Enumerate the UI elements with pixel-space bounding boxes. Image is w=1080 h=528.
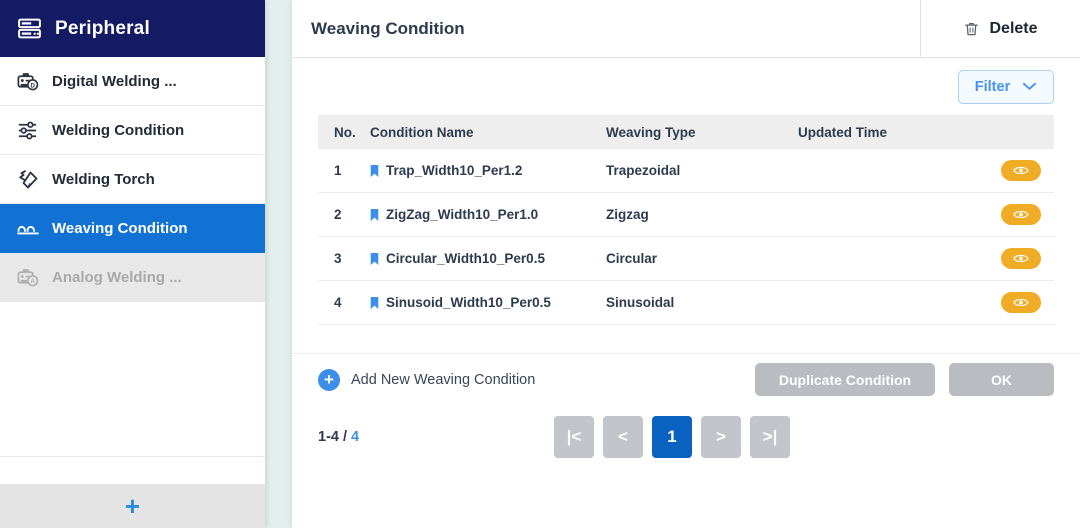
column-header-type: Weaving Type [606, 124, 696, 140]
table-row[interactable]: 2 ZigZag_Width10_Per1.0 Zigzag [318, 193, 1054, 237]
filter-label: Filter [974, 78, 1011, 95]
row-name-cell: Trap_Width10_Per1.2 [370, 163, 606, 178]
sidebar-add-button[interactable]: + [0, 484, 265, 528]
conditions-table: No. Condition Name Weaving Type Updated … [292, 115, 1080, 325]
sidebar-item-weaving-condition[interactable]: Weaving Condition [0, 204, 265, 253]
row-name-label: Trap_Width10_Per1.2 [386, 163, 523, 178]
plus-icon: + [318, 368, 340, 391]
add-new-condition-label: Add New Weaving Condition [351, 371, 536, 388]
digital-welder-icon: D [14, 68, 41, 95]
weaving-wave-icon [14, 215, 41, 242]
pagination-last-button[interactable]: >| [750, 416, 790, 458]
analog-welder-icon: A [14, 264, 41, 291]
column-header-name: Condition Name [370, 124, 474, 140]
add-new-condition-button[interactable]: + Add New Weaving Condition [318, 368, 536, 391]
row-type: Zigzag [606, 207, 649, 222]
table-header-row: No. Condition Name Weaving Type Updated … [318, 115, 1054, 149]
row-no: 2 [334, 207, 342, 222]
table-row[interactable]: 1 Trap_Width10_Per1.2 Trapezoidal [318, 149, 1054, 193]
row-actions [988, 292, 1054, 313]
sidebar-item-label: Welding Torch [52, 170, 155, 188]
sidebar-menu: D Digital Welding ... Welding Condition … [0, 57, 265, 484]
plus-icon: + [124, 491, 141, 521]
pagination-next-button[interactable]: > [701, 416, 741, 458]
pagination-total: 4 [351, 429, 360, 445]
pagination-buttons: |< < 1 > >| [554, 416, 790, 458]
pagination-range: 1-4 / 4 [318, 429, 554, 445]
app-root: Peripheral D Digital Welding ... Welding… [0, 0, 1080, 528]
row-actions [988, 248, 1054, 269]
duplicate-condition-button[interactable]: Duplicate Condition [755, 363, 935, 396]
server-rack-icon [16, 15, 43, 42]
row-name-label: Sinusoid_Width10_Per0.5 [386, 295, 551, 310]
bookmark-icon [370, 164, 379, 178]
sidebar: Peripheral D Digital Welding ... Welding… [0, 0, 265, 528]
page-background-gap [265, 0, 292, 528]
column-header-updated: Updated Time [798, 124, 888, 140]
row-type: Circular [606, 251, 658, 266]
row-no: 1 [334, 163, 342, 178]
bookmark-icon [370, 296, 379, 310]
sidebar-item-label: Welding Condition [52, 121, 185, 139]
sidebar-item-label: Analog Welding ... [52, 268, 182, 286]
row-name-label: Circular_Width10_Per0.5 [386, 251, 545, 266]
ok-button[interactable]: OK [949, 363, 1054, 396]
delete-label: Delete [989, 19, 1038, 37]
eye-icon[interactable] [1001, 248, 1041, 269]
row-actions [988, 160, 1054, 181]
panel-header: Weaving Condition Delete [292, 0, 1080, 58]
delete-button[interactable]: Delete [920, 0, 1080, 58]
row-type: Sinusoidal [606, 295, 675, 310]
eye-icon[interactable] [1001, 292, 1041, 313]
main-panel: Weaving Condition Delete Filter No. Cond… [292, 0, 1080, 528]
svg-text:A: A [30, 278, 35, 285]
sliders-icon [14, 117, 41, 144]
sidebar-empty-space [0, 302, 265, 457]
sidebar-item-analog-welding: A Analog Welding ... [0, 253, 265, 302]
pagination: 1-4 / 4 |< < 1 > >| [292, 405, 1080, 469]
row-name-cell: Circular_Width10_Per0.5 [370, 251, 606, 266]
bookmark-icon [370, 252, 379, 266]
sidebar-header: Peripheral [0, 0, 265, 57]
table-row[interactable]: 4 Sinusoid_Width10_Per0.5 Sinusoidal [318, 281, 1054, 325]
column-header-no: No. [334, 124, 356, 140]
sidebar-item-welding-torch[interactable]: Welding Torch [0, 155, 265, 204]
row-name-cell: Sinusoid_Width10_Per0.5 [370, 295, 606, 310]
page-title: Weaving Condition [311, 18, 465, 38]
sidebar-item-label: Digital Welding ... [52, 72, 177, 90]
sidebar-item-digital-welding[interactable]: D Digital Welding ... [0, 57, 265, 106]
panel-actions: + Add New Weaving Condition Duplicate Co… [292, 353, 1080, 405]
table-row[interactable]: 3 Circular_Width10_Per0.5 Circular [318, 237, 1054, 281]
pagination-prev-button[interactable]: < [603, 416, 643, 458]
bookmark-icon [370, 208, 379, 222]
eye-icon[interactable] [1001, 204, 1041, 225]
svg-text:D: D [30, 82, 35, 89]
filter-button[interactable]: Filter [958, 69, 1054, 104]
pagination-page-1-button[interactable]: 1 [652, 416, 692, 458]
sidebar-title: Peripheral [55, 17, 150, 39]
chevron-down-icon [1022, 81, 1037, 92]
pagination-range-text: 1-4 / [318, 429, 352, 445]
filter-row: Filter [292, 58, 1080, 115]
row-type: Trapezoidal [606, 163, 681, 178]
sidebar-item-welding-condition[interactable]: Welding Condition [0, 106, 265, 155]
pagination-first-button[interactable]: |< [554, 416, 594, 458]
sidebar-item-label: Weaving Condition [52, 219, 188, 237]
eye-icon[interactable] [1001, 160, 1041, 181]
row-name-label: ZigZag_Width10_Per1.0 [386, 207, 539, 222]
trash-icon [963, 20, 980, 38]
row-no: 3 [334, 251, 342, 266]
row-actions [988, 204, 1054, 225]
row-name-cell: ZigZag_Width10_Per1.0 [370, 207, 606, 222]
welding-torch-icon [14, 166, 41, 193]
row-no: 4 [334, 295, 342, 310]
